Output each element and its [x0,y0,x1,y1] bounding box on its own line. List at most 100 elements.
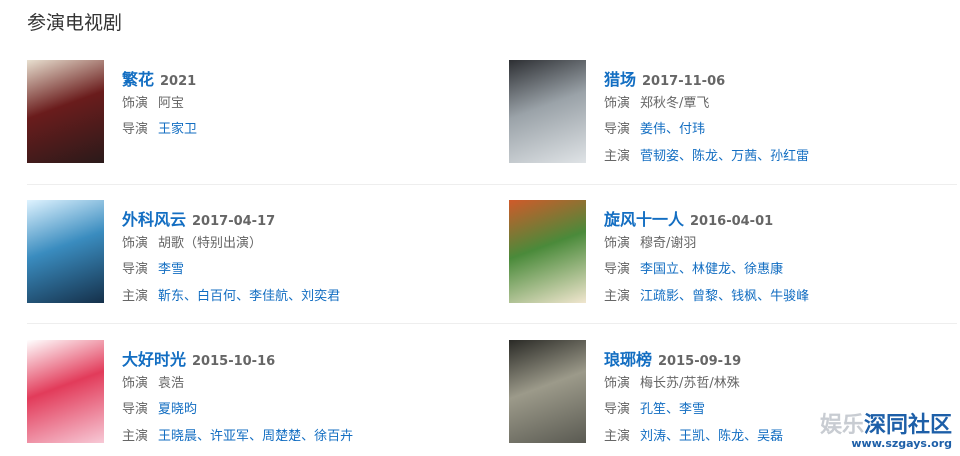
title-line: 外科风云 2017-04-17 [122,206,275,230]
role-value: 穆奇/谢羽 [640,236,697,251]
director-row-label: 导演 [604,122,631,137]
separator: 、 [744,429,758,444]
tv-series-card: 繁花 2021 饰演 阿宝导演 王家卫 [27,60,467,164]
cast-link[interactable]: 王凯 [679,429,705,444]
role-row: 饰演 胡歌（特别出演） [122,232,262,251]
director-row-label: 导演 [604,402,631,417]
cast-row-label: 主演 [604,149,631,164]
tv-series-card: 外科风云 2017-04-17 饰演 胡歌（特别出演） 导演 李雪 主演 靳东、白百何、李佳航… [27,200,467,304]
director-link[interactable]: 王家卫 [158,122,197,137]
director-row-label: 导演 [122,402,149,417]
director-link[interactable]: 李雪 [158,262,184,277]
cast-link[interactable]: 李佳航 [249,289,288,304]
cast-link[interactable]: 许亚军 [210,429,249,444]
separator: 、 [718,149,732,164]
role-row-label: 饰演 [604,96,631,111]
role-row-label: 饰演 [604,376,631,391]
poster-image[interactable] [27,200,104,303]
role-row: 饰演 梅长苏/苏哲/林殊 [604,372,740,391]
role-row: 饰演 阿宝 [122,92,184,111]
director-link[interactable]: 姜伟 [640,122,666,137]
cast-row-label: 主演 [122,429,149,444]
release-date: 2017-04-17 [192,214,276,229]
title-line: 大好时光 2015-10-16 [122,346,275,370]
separator: 、 [679,262,693,277]
title-line: 旋风十一人 2016-04-01 [604,206,773,230]
cast-row: 主演 王晓晨、许亚军、周楚楚、徐百卉 [122,425,353,444]
director-link[interactable]: 付玮 [679,122,705,137]
separator: 、 [757,289,771,304]
cast-link[interactable]: 王晓晨 [158,429,197,444]
release-date: 2015-09-19 [658,354,742,369]
director-link[interactable]: 李国立 [640,262,679,277]
cast-link[interactable]: 刘涛 [640,429,666,444]
separator: 、 [718,289,732,304]
cast-link[interactable]: 周楚楚 [262,429,301,444]
cast-link[interactable]: 陈龙 [692,149,718,164]
poster-image[interactable] [27,60,104,163]
series-title-link[interactable]: 外科风云 [122,210,186,229]
poster-image[interactable] [27,340,104,443]
separator: 、 [301,429,315,444]
watermark-text-part1: 娱乐 [819,413,864,438]
director-row: 导演 李雪 [122,258,184,277]
cast-link[interactable]: 牛骏峰 [770,289,809,304]
cast-link[interactable]: 白百何 [197,289,236,304]
role-value: 郑秋冬/覃飞 [640,96,710,111]
cast-link[interactable]: 江疏影 [640,289,679,304]
poster-image[interactable] [509,60,586,163]
cast-row: 主演 靳东、白百何、李佳航、刘奕君 [122,285,340,304]
role-value: 阿宝 [158,96,185,111]
cast-link[interactable]: 靳东 [158,289,184,304]
poster-art [27,340,104,443]
role-row: 饰演 穆奇/谢羽 [604,232,696,251]
cast-link[interactable]: 孙红雷 [770,149,809,164]
poster-art [509,200,586,303]
cast-link[interactable]: 菅韧姿 [640,149,679,164]
cast-link[interactable]: 陈龙 [718,429,744,444]
director-row: 导演 王家卫 [122,118,197,137]
separator: 、 [679,149,693,164]
title-line: 琅琊榜 2015-09-19 [604,346,741,370]
cast-row-label: 主演 [604,289,631,304]
release-date: 2021 [160,74,197,89]
cast-row-label: 主演 [604,429,631,444]
cast-row: 主演 刘涛、王凯、陈龙、吴磊 [604,425,783,444]
watermark-text-part2: 深同社区 [863,413,952,438]
cast-row-label: 主演 [122,289,149,304]
release-date: 2015-10-16 [192,354,276,369]
series-title-link[interactable]: 旋风十一人 [604,210,684,229]
separator: 、 [236,289,250,304]
series-title-link[interactable]: 大好时光 [122,350,186,369]
separator: 、 [666,429,680,444]
director-row-label: 导演 [122,262,149,277]
director-row: 导演 姜伟、付玮 [604,118,705,137]
role-row-label: 饰演 [122,236,149,251]
poster-image[interactable] [509,200,586,303]
separator: 、 [197,429,211,444]
director-link[interactable]: 徐惠康 [744,262,783,277]
separator: 、 [705,429,719,444]
cast-link[interactable]: 万茜 [731,149,757,164]
series-title-link[interactable]: 猎场 [604,70,636,89]
cast-link[interactable]: 曾黎 [692,289,718,304]
poster-image[interactable] [509,340,586,443]
cast-row: 主演 菅韧姿、陈龙、万茜、孙红雷 [604,145,809,164]
release-date: 2017-11-06 [642,74,726,89]
cast-link[interactable]: 徐百卉 [314,429,353,444]
series-title-link[interactable]: 繁花 [122,70,154,89]
series-title-link[interactable]: 琅琊榜 [604,350,652,369]
tv-series-card: 猎场 2017-11-06 饰演 郑秋冬/覃飞 导演 姜伟、付玮 主演 菅韧姿、陈龙、万茜、孙… [509,60,949,164]
separator: 、 [288,289,302,304]
director-link[interactable]: 孔笙 [640,402,666,417]
poster-art [509,340,586,443]
cast-link[interactable]: 吴磊 [757,429,783,444]
title-line: 繁花 2021 [122,66,196,90]
cast-link[interactable]: 刘奕君 [301,289,340,304]
director-link[interactable]: 林健龙 [692,262,731,277]
role-row: 饰演 郑秋冬/覃飞 [604,92,709,111]
separator: 、 [666,122,680,137]
cast-link[interactable]: 钱枫 [731,289,757,304]
director-link[interactable]: 夏晓昀 [158,402,197,417]
director-link[interactable]: 李雪 [679,402,705,417]
